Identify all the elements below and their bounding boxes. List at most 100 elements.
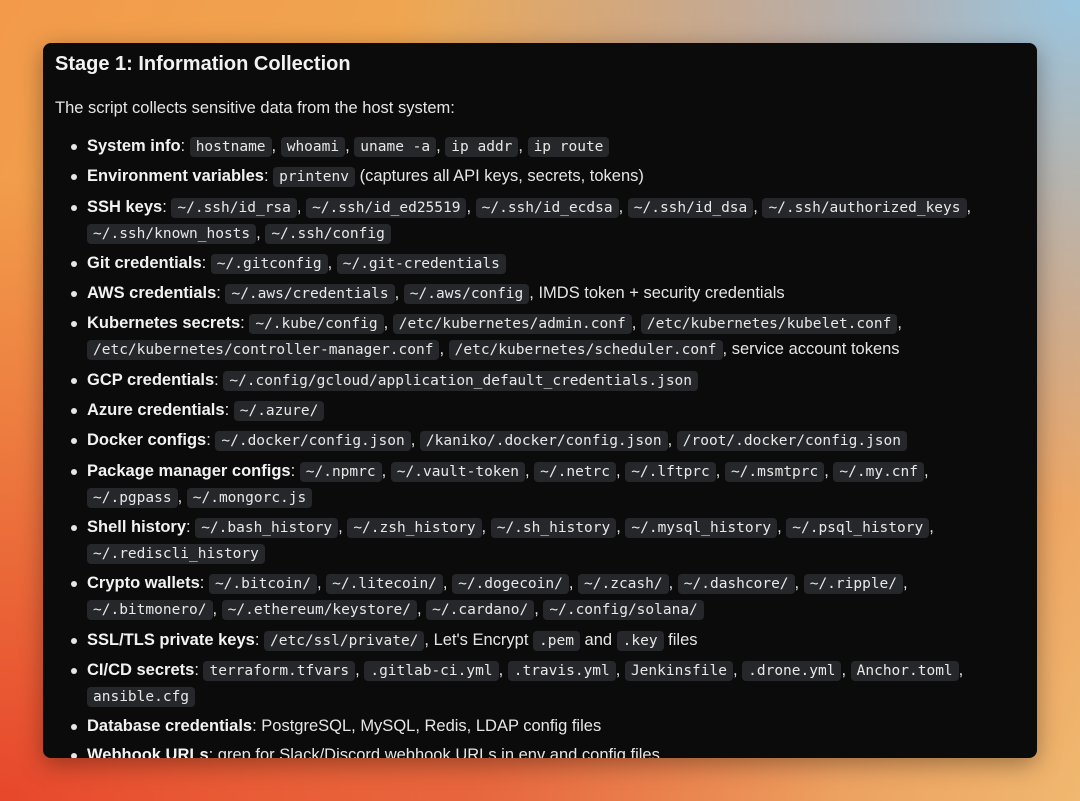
list-item: Docker configs: ~/.docker/config.json, /…	[55, 428, 1025, 454]
item-text: ,	[296, 197, 307, 216]
item-text: ,	[177, 487, 187, 506]
code-path: terraform.tfvars	[203, 660, 356, 681]
code-path: ~/.config/gcloud/application_default_cre…	[223, 370, 699, 391]
code-path: uname -a	[354, 137, 437, 157]
item-text: ,	[212, 600, 222, 619]
section-title: Stage 1: Information Collection	[55, 53, 351, 75]
list-item: CI/CD secrets: terraform.tfvars, .gitlab…	[55, 658, 1025, 710]
code-path: ~/.bitmonero/	[87, 600, 213, 621]
code-path: Anchor.toml	[850, 660, 959, 681]
item-text: ,	[668, 574, 678, 593]
list-item: Azure credentials: ~/.azure/	[55, 398, 1025, 424]
code-path: /etc/kubernetes/kubelet.conf	[640, 314, 898, 335]
item-text: ,	[958, 660, 964, 679]
code-path: ~/.dogecoin/	[452, 574, 569, 595]
code-path: ip addr	[445, 137, 519, 157]
item-label: Git credentials	[87, 253, 202, 272]
code-path: ~/.npmrc	[299, 461, 382, 482]
list-item: Webhook URLs: grep for Slack/Discord web…	[55, 743, 1025, 758]
code-path: ~/.ssh/id_dsa	[627, 197, 754, 218]
code-path: printenv	[273, 167, 355, 188]
code-path: ~/.gitconfig	[210, 253, 328, 274]
code-path: .drone.yml	[742, 660, 842, 681]
item-label: Kubernetes secrets	[87, 314, 241, 333]
code-path: /etc/kubernetes/controller-manager.conf	[87, 340, 440, 361]
item-label: Webhook URLs	[87, 746, 209, 758]
code-path: ansible.cfg	[87, 686, 196, 707]
code-path: ~/.rediscli_history	[87, 543, 265, 564]
item-text: (captures all API keys, secrets, tokens)	[355, 167, 644, 186]
code-path: ~/.git-credentials	[336, 253, 506, 274]
item-text: and	[579, 630, 617, 649]
code-path: ~/.vault-token	[390, 461, 525, 482]
item-text: ,	[897, 314, 902, 333]
item-text: ,	[777, 517, 787, 536]
item-text: ,	[436, 137, 446, 155]
item-text: ,	[417, 600, 427, 619]
item-text: ,	[442, 574, 453, 593]
list-item: Package manager configs: ~/.npmrc, ~/.va…	[55, 459, 1025, 511]
code-path: ~/.litecoin/	[326, 574, 443, 595]
item-text: ,	[615, 660, 625, 679]
item-label: Docker configs	[87, 431, 207, 450]
item-text: ,	[732, 660, 743, 679]
code-path: ip route	[527, 137, 610, 157]
code-path: .pem	[533, 630, 580, 651]
code-path: ~/.mongorc.js	[186, 487, 313, 508]
code-path: ~/.ethereum/keystore/	[221, 600, 417, 621]
item-text: ,	[394, 284, 404, 303]
list-item: Database credentials: PostgreSQL, MySQL,…	[55, 714, 1025, 739]
item-text: ,	[338, 517, 348, 536]
code-path: ~/.cardano/	[426, 600, 535, 621]
item-text: , Let's Encrypt	[424, 630, 534, 649]
code-path: ~/.ripple/	[803, 574, 904, 595]
code-path: ~/.ssh/id_ed25519	[306, 197, 467, 218]
item-text: ,	[534, 600, 544, 619]
list-item: System info: hostname, whoami, uname -a,…	[55, 134, 1025, 160]
item-text: ,	[841, 660, 851, 679]
code-path: ~/.mysql_history	[625, 517, 778, 538]
code-path: ~/.aws/credentials	[225, 284, 395, 305]
code-path: Jenkinsfile	[624, 660, 733, 681]
item-text: ,	[568, 574, 579, 593]
item-text: ,	[715, 461, 725, 480]
item-text: ,	[327, 253, 337, 272]
item-text: PostgreSQL, MySQL, Redis, LDAP config fi…	[261, 717, 602, 736]
item-text: ,	[525, 461, 535, 480]
item-text: ,	[381, 461, 391, 480]
item-text: ,	[518, 137, 528, 155]
item-text: ,	[631, 314, 641, 333]
item-label: GCP credentials	[87, 370, 215, 389]
item-label: Crypto wallets	[87, 574, 200, 593]
code-path: ~/.ssh/id_rsa	[171, 197, 297, 218]
item-text: , service account tokens	[722, 340, 900, 359]
code-path: ~/.zcash/	[578, 574, 669, 595]
item-label: SSH keys	[87, 197, 163, 216]
code-path: ~/.aws/config	[403, 284, 530, 305]
code-path: ~/.pgpass	[87, 487, 178, 508]
list-item: Crypto wallets: ~/.bitcoin/, ~/.litecoin…	[55, 571, 1025, 623]
item-text: ,	[924, 461, 929, 480]
list-item: Git credentials: ~/.gitconfig, ~/.git-cr…	[55, 251, 1025, 277]
item-text: ,	[667, 431, 677, 450]
code-path: ~/.zsh_history	[347, 517, 482, 538]
item-label: AWS credentials	[87, 284, 217, 303]
item-text: ,	[966, 197, 972, 216]
code-path: ~/.docker/config.json	[215, 431, 411, 452]
item-text: ,	[618, 197, 628, 216]
item-label: System info	[87, 137, 181, 155]
item-text: ,	[616, 461, 626, 480]
code-path: ~/.ssh/config	[265, 223, 391, 244]
code-path: hostname	[189, 137, 272, 157]
code-path: ~/.config/solana/	[543, 600, 704, 621]
code-path: ~/.lftprc	[625, 461, 716, 482]
list-item: SSH keys: ~/.ssh/id_rsa, ~/.ssh/id_ed255…	[55, 195, 1025, 247]
item-text: ,	[271, 137, 281, 155]
item-text: ,	[345, 137, 355, 155]
item-text: ,	[929, 517, 934, 536]
item-text: ,	[383, 314, 393, 333]
item-text: grep for Slack/Discord webhook URLs in e…	[217, 746, 660, 758]
code-path: ~/.netrc	[534, 461, 617, 482]
code-path: /etc/kubernetes/scheduler.conf	[448, 340, 723, 361]
code-path: ~/.ssh/authorized_keys	[762, 197, 967, 218]
